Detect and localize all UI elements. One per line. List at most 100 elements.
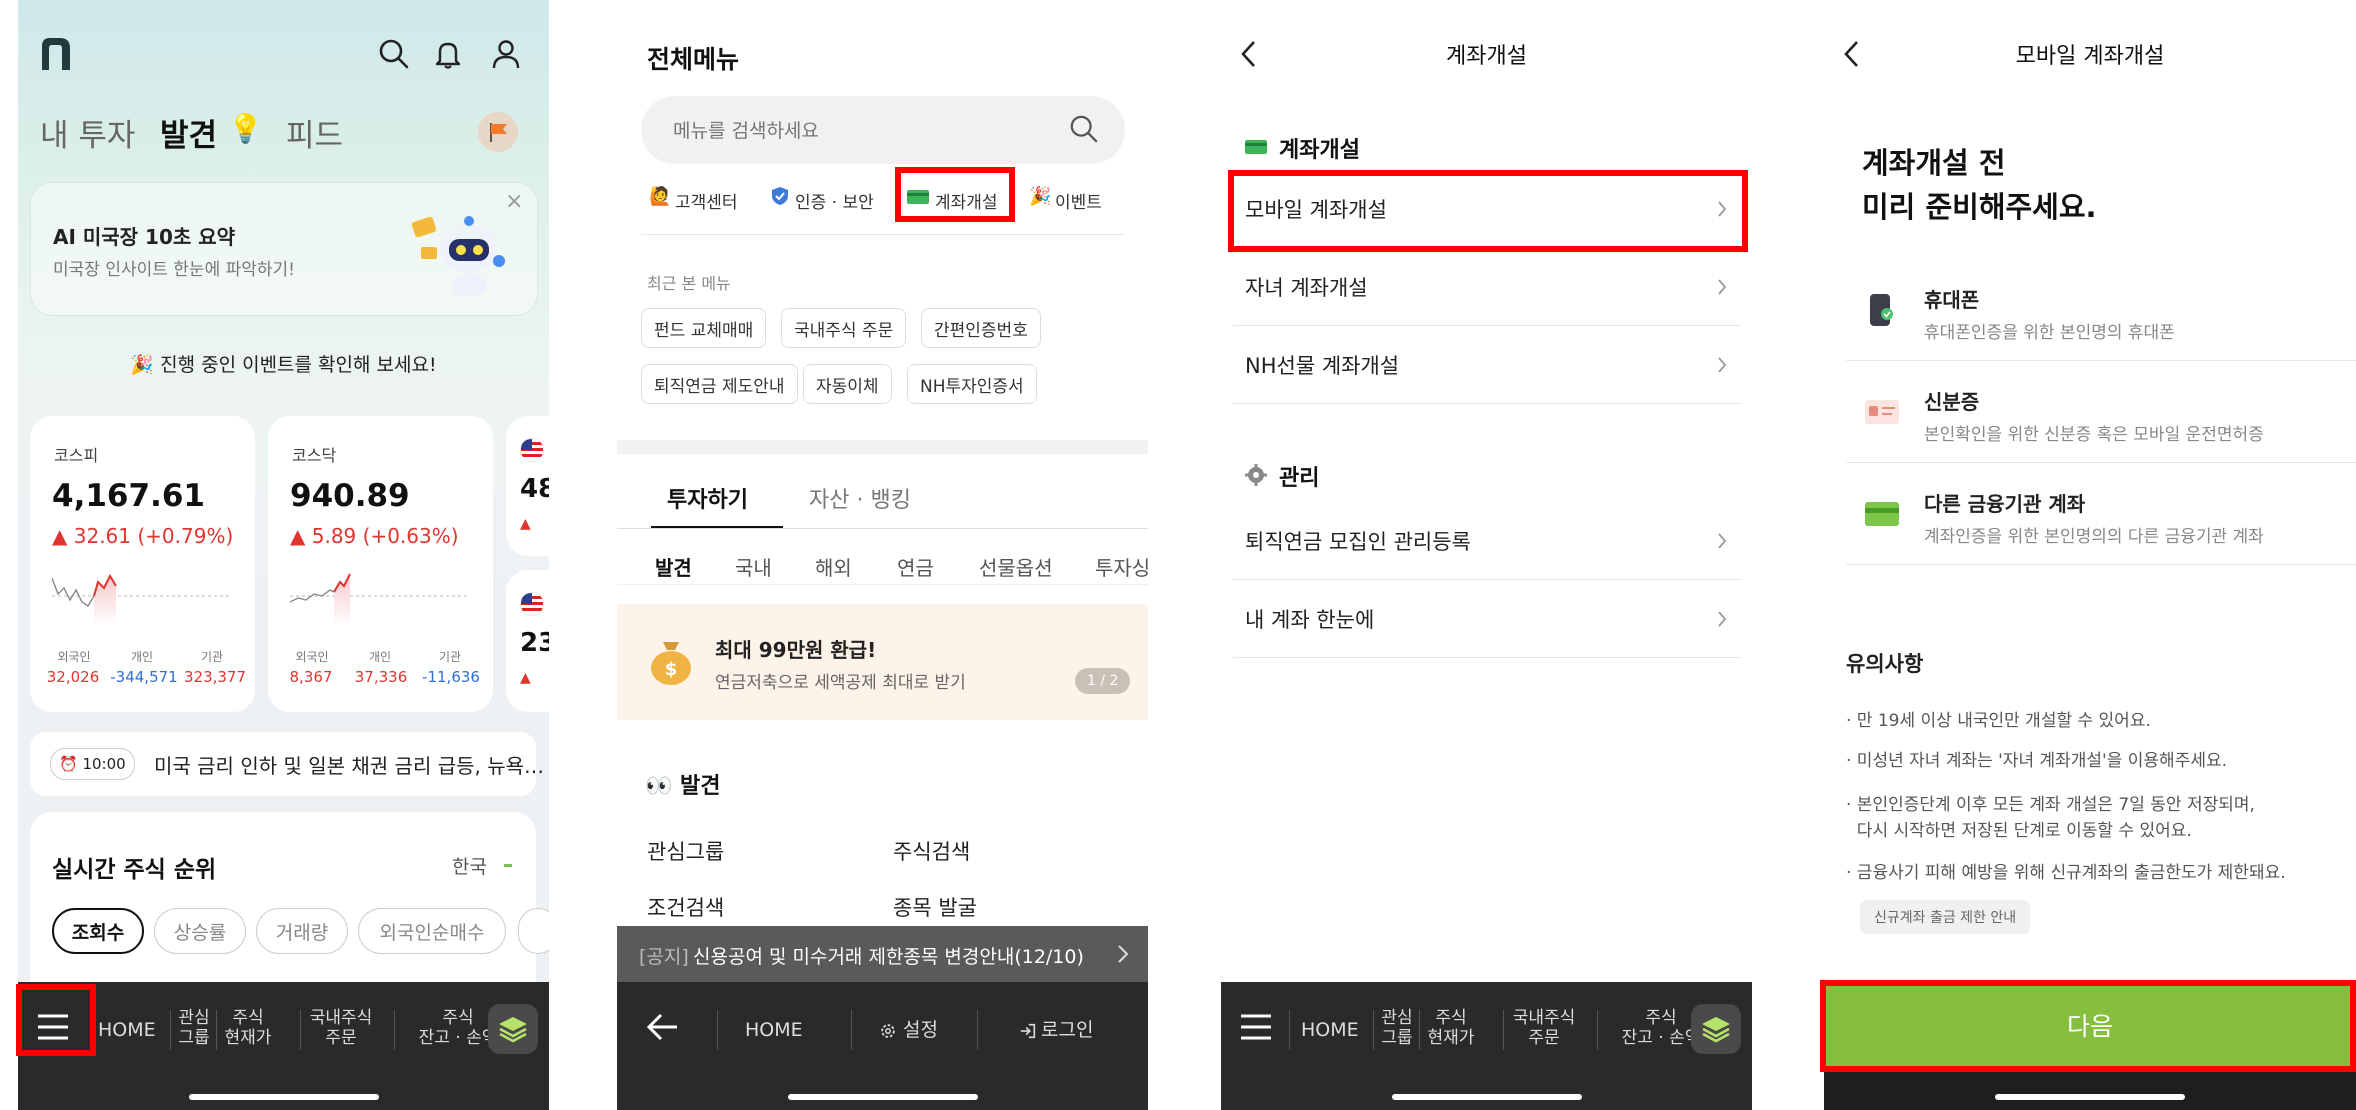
home-indicator xyxy=(188,1094,379,1100)
us-index-card[interactable]: 48 ▲ xyxy=(506,416,549,556)
region-toggle-icon[interactable] xyxy=(504,864,512,867)
tab-discover[interactable]: 발견 xyxy=(160,110,217,155)
quick-event[interactable]: 이벤트 xyxy=(1055,188,1102,213)
chevron-right-icon xyxy=(1117,944,1129,964)
pill-volume[interactable]: 거래량 xyxy=(256,908,348,954)
ranking-region[interactable]: 한국 xyxy=(452,852,487,879)
note-item: · 금융사기 피해 예방을 위해 신규계좌의 출금한도가 제한돼요. xyxy=(1846,863,2286,883)
nav-home[interactable]: HOME xyxy=(745,1020,803,1040)
us-index-card-2[interactable]: 23 ▲ xyxy=(506,570,549,712)
tab-my-invest[interactable]: 내 투자 xyxy=(40,110,135,155)
bank-card-icon xyxy=(1864,500,1900,528)
quick-customer-center[interactable]: 고객센터 xyxy=(675,188,738,213)
prep-id-title: 신분증 xyxy=(1924,390,1980,414)
notice-bar[interactable]: [공지] 신용공여 및 미수거래 제한종목 변경안내(12/10) xyxy=(617,926,1148,982)
svg-text:$: $ xyxy=(665,659,678,680)
subtab-discover[interactable]: 발견 xyxy=(655,552,692,581)
menu-watch-group[interactable]: 관심그룹 xyxy=(647,836,724,866)
item-label: NH선물 계좌개설 xyxy=(1245,353,1400,378)
nav-watch-group[interactable]: 관심 그룹 xyxy=(1377,1008,1417,1048)
bottom-navigation: HOME 관심 그룹 주식 현재가 국내주식 주문 주식 잔고 · 손익 xyxy=(1221,982,1752,1110)
item-child-open[interactable]: 자녀 계좌개설 xyxy=(1233,248,1741,326)
tab-invest[interactable]: 투자하기 xyxy=(667,482,748,514)
recent-chip[interactable]: 펀드 교체매매 xyxy=(641,308,767,348)
bottom-navigation: HOME 설정 로그인 xyxy=(617,982,1148,1110)
pill-views[interactable]: 조회수 xyxy=(52,908,144,954)
search-icon[interactable] xyxy=(1069,114,1099,144)
nav-home[interactable]: HOME xyxy=(1301,1020,1359,1040)
kospi-individual-label: 개인 xyxy=(130,650,154,664)
menu-search-input[interactable] xyxy=(671,114,1055,148)
kospi-name: 코스피 xyxy=(54,446,99,465)
layers-icon[interactable] xyxy=(488,1004,538,1054)
kosdaq-name: 코스닥 xyxy=(292,446,337,465)
event-notice[interactable]: 🎉 진행 중인 이벤트를 확인해 보세요! xyxy=(18,350,549,377)
kospi-change: ▲ 32.61 (+0.79%) xyxy=(52,524,234,548)
item-pension-recruiter[interactable]: 퇴직연금 모집인 관리등록 xyxy=(1233,502,1741,580)
bell-icon[interactable] xyxy=(432,38,464,70)
menu-condition-search[interactable]: 조건검색 xyxy=(647,892,724,922)
hamburger-menu-icon[interactable] xyxy=(1239,1012,1273,1042)
kosdaq-card[interactable]: 코스닥 940.89 ▲ 5.89 (+0.63%) 외국인 개인 기관 8,3… xyxy=(268,416,493,712)
menu-stock-discovery[interactable]: 종목 발굴 xyxy=(893,892,977,922)
nav-settings[interactable]: 설정 xyxy=(903,1020,938,1040)
screen-open-account: 계좌개설 계좌개설 모바일 계좌개설 자녀 계좌개설 NH선물 계좌개설 관리 … xyxy=(1221,0,1752,1110)
item-label: 자녀 계좌개설 xyxy=(1245,275,1368,300)
chevron-right-icon xyxy=(1718,278,1727,295)
menu-search-box[interactable] xyxy=(641,96,1125,164)
highlight-menu-button xyxy=(16,984,96,1056)
recent-chip[interactable]: 국내주식 주문 xyxy=(781,308,907,348)
section-discover: 👀 발견 xyxy=(645,774,721,799)
nav-domestic-order[interactable]: 국내주식 주문 xyxy=(302,1008,380,1048)
kospi-sparkline xyxy=(52,573,232,626)
user-icon[interactable] xyxy=(490,38,522,70)
quick-auth-security[interactable]: 인증 · 보안 xyxy=(795,188,874,213)
kosdaq-individual-num: 37,336 xyxy=(354,668,408,686)
subtab-overseas[interactable]: 해외 xyxy=(815,552,852,581)
kospi-card[interactable]: 코스피 4,167.61 ▲ 32.61 (+0.79%) 외국인 개인 기관 … xyxy=(30,416,255,712)
page-title: 모바일 계좌개설 xyxy=(2015,44,2165,69)
ai-summary-banner[interactable]: AI 미국장 10초 요약 미국장 인사이트 한눈에 파악하기! × xyxy=(30,182,538,316)
menu-stock-search[interactable]: 주식검색 xyxy=(893,836,970,866)
nav-login[interactable]: 로그인 xyxy=(1041,1020,1093,1040)
limit-info-chip[interactable]: 신규계좌 출금 제한 안내 xyxy=(1860,900,2031,934)
item-my-accounts[interactable]: 내 계좌 한눈에 xyxy=(1233,580,1741,658)
us-flag-icon xyxy=(520,592,544,616)
subtab-futures[interactable]: 선물옵션 xyxy=(979,552,1053,581)
phone-icon xyxy=(1868,292,1894,328)
layers-icon[interactable] xyxy=(1691,1004,1741,1054)
nav-stock-price[interactable]: 주식 현재가 xyxy=(220,1008,276,1048)
pill-gain-rate[interactable]: 상승률 xyxy=(154,908,246,954)
promo-banner[interactable]: $ 최대 99만원 환급! 연금저축으로 세액공제 최대로 받기 1 / 2 xyxy=(617,604,1148,720)
item-futures-open[interactable]: NH선물 계좌개설 xyxy=(1233,326,1741,404)
highlight-mobile-open xyxy=(1228,170,1748,252)
note-item: · 본인인증단계 이후 모든 계좌 개설은 7일 동안 저장되며, xyxy=(1846,795,2255,815)
gear-icon xyxy=(879,1022,897,1040)
pill-more[interactable] xyxy=(518,908,549,954)
alpha-flag-icon[interactable] xyxy=(478,112,518,152)
us-flag-icon xyxy=(520,438,544,462)
subtab-domestic[interactable]: 국내 xyxy=(735,552,772,581)
kosdaq-institution-num: -11,636 xyxy=(422,668,480,686)
kosdaq-institution-label: 기관 xyxy=(438,650,462,664)
pill-foreign-buy[interactable]: 외국인순매수 xyxy=(358,908,506,954)
nav-domestic-order[interactable]: 국내주식 주문 xyxy=(1505,1008,1583,1048)
recent-chip[interactable]: 간편인증번호 xyxy=(921,308,1041,348)
subtab-more[interactable]: 투자싱 xyxy=(1095,552,1148,581)
back-arrow-icon[interactable] xyxy=(645,1012,679,1042)
recent-chip[interactable]: NH투자인증서 xyxy=(907,364,1037,404)
recent-chip[interactable]: 자동이체 xyxy=(803,364,892,404)
subtab-pension[interactable]: 연금 xyxy=(897,552,934,581)
page-title: 전체메뉴 xyxy=(647,45,740,74)
tab-feed[interactable]: 피드 xyxy=(286,110,343,155)
tab-asset-banking[interactable]: 자산 · 뱅킹 xyxy=(809,482,911,514)
recent-chip[interactable]: 퇴직연금 제도안내 xyxy=(641,364,798,404)
nav-home[interactable]: HOME xyxy=(98,1020,156,1040)
news-ticker[interactable]: ⏰ 10:00 미국 금리 인하 및 일본 채권 금리 급등, 뉴욕… xyxy=(30,732,544,796)
prep-bank-title: 다른 금융기관 계좌 xyxy=(1924,492,2086,516)
heading-line-1: 계좌개설 전 xyxy=(1862,146,2006,180)
nav-stock-price[interactable]: 주식 현재가 xyxy=(1423,1008,1479,1048)
search-icon[interactable] xyxy=(378,38,410,70)
nav-watch-group[interactable]: 관심 그룹 xyxy=(174,1008,214,1048)
section-open-account: 계좌개설 xyxy=(1279,138,1360,163)
